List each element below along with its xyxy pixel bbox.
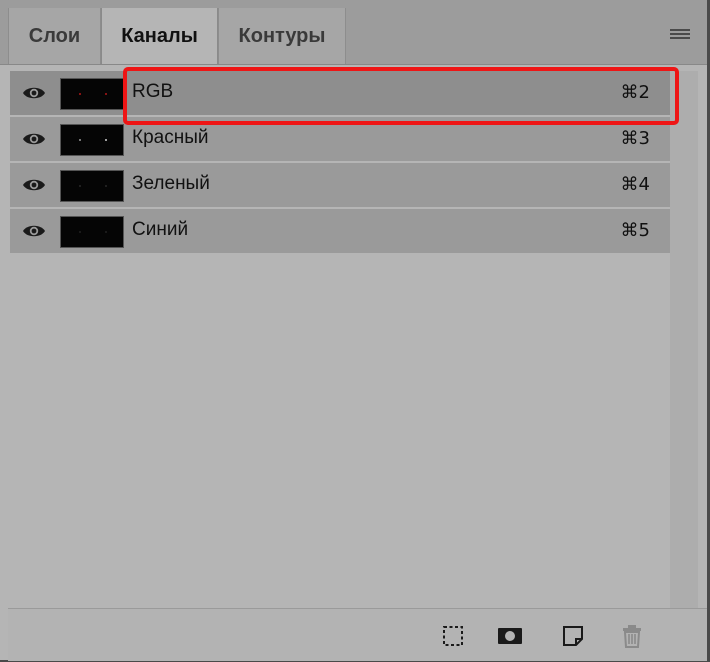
channel-name: RGB — [132, 81, 174, 102]
panel-footer — [8, 608, 707, 661]
tab-bar: Слои Каналы Контуры — [0, 0, 707, 65]
channel-thumbnail — [60, 78, 124, 110]
channel-list: RGB ⌘2 Красный ⌘3 Зеленый ⌘4 Синий ⌘5 — [10, 71, 670, 255]
eye-icon[interactable] — [22, 84, 46, 102]
channel-shortcut: ⌘2 — [620, 82, 650, 103]
channel-name: Синий — [132, 219, 189, 240]
tab-layers[interactable]: Слои — [8, 8, 101, 64]
channel-shortcut: ⌘3 — [620, 128, 650, 149]
channel-thumbnail — [60, 170, 124, 202]
channel-thumbnail — [60, 216, 124, 248]
channel-thumbnail — [60, 124, 124, 156]
panel-menu-icon[interactable] — [670, 29, 690, 42]
channel-row-rgb[interactable]: RGB ⌘2 — [10, 71, 670, 115]
trash-icon[interactable] — [619, 623, 645, 649]
mask-icon[interactable] — [497, 623, 523, 649]
channel-row-red[interactable]: Красный ⌘3 — [10, 117, 670, 161]
channel-shortcut: ⌘5 — [620, 220, 650, 241]
channel-name: Зеленый — [132, 173, 210, 194]
tab-paths[interactable]: Контуры — [218, 8, 346, 64]
channel-shortcut: ⌘4 — [620, 174, 650, 195]
eye-icon[interactable] — [22, 176, 46, 194]
channel-row-green[interactable]: Зеленый ⌘4 — [10, 163, 670, 207]
tab-channels[interactable]: Каналы — [101, 8, 218, 64]
new-channel-icon[interactable] — [560, 623, 586, 649]
channel-name: Красный — [132, 127, 209, 148]
scrollbar-track[interactable] — [670, 71, 698, 608]
selection-icon[interactable] — [440, 623, 466, 649]
eye-icon[interactable] — [22, 222, 46, 240]
channel-row-blue[interactable]: Синий ⌘5 — [10, 209, 670, 253]
channels-panel: Слои Каналы Контуры RGB ⌘2 Красный ⌘3 Зе… — [0, 0, 710, 662]
eye-icon[interactable] — [22, 130, 46, 148]
